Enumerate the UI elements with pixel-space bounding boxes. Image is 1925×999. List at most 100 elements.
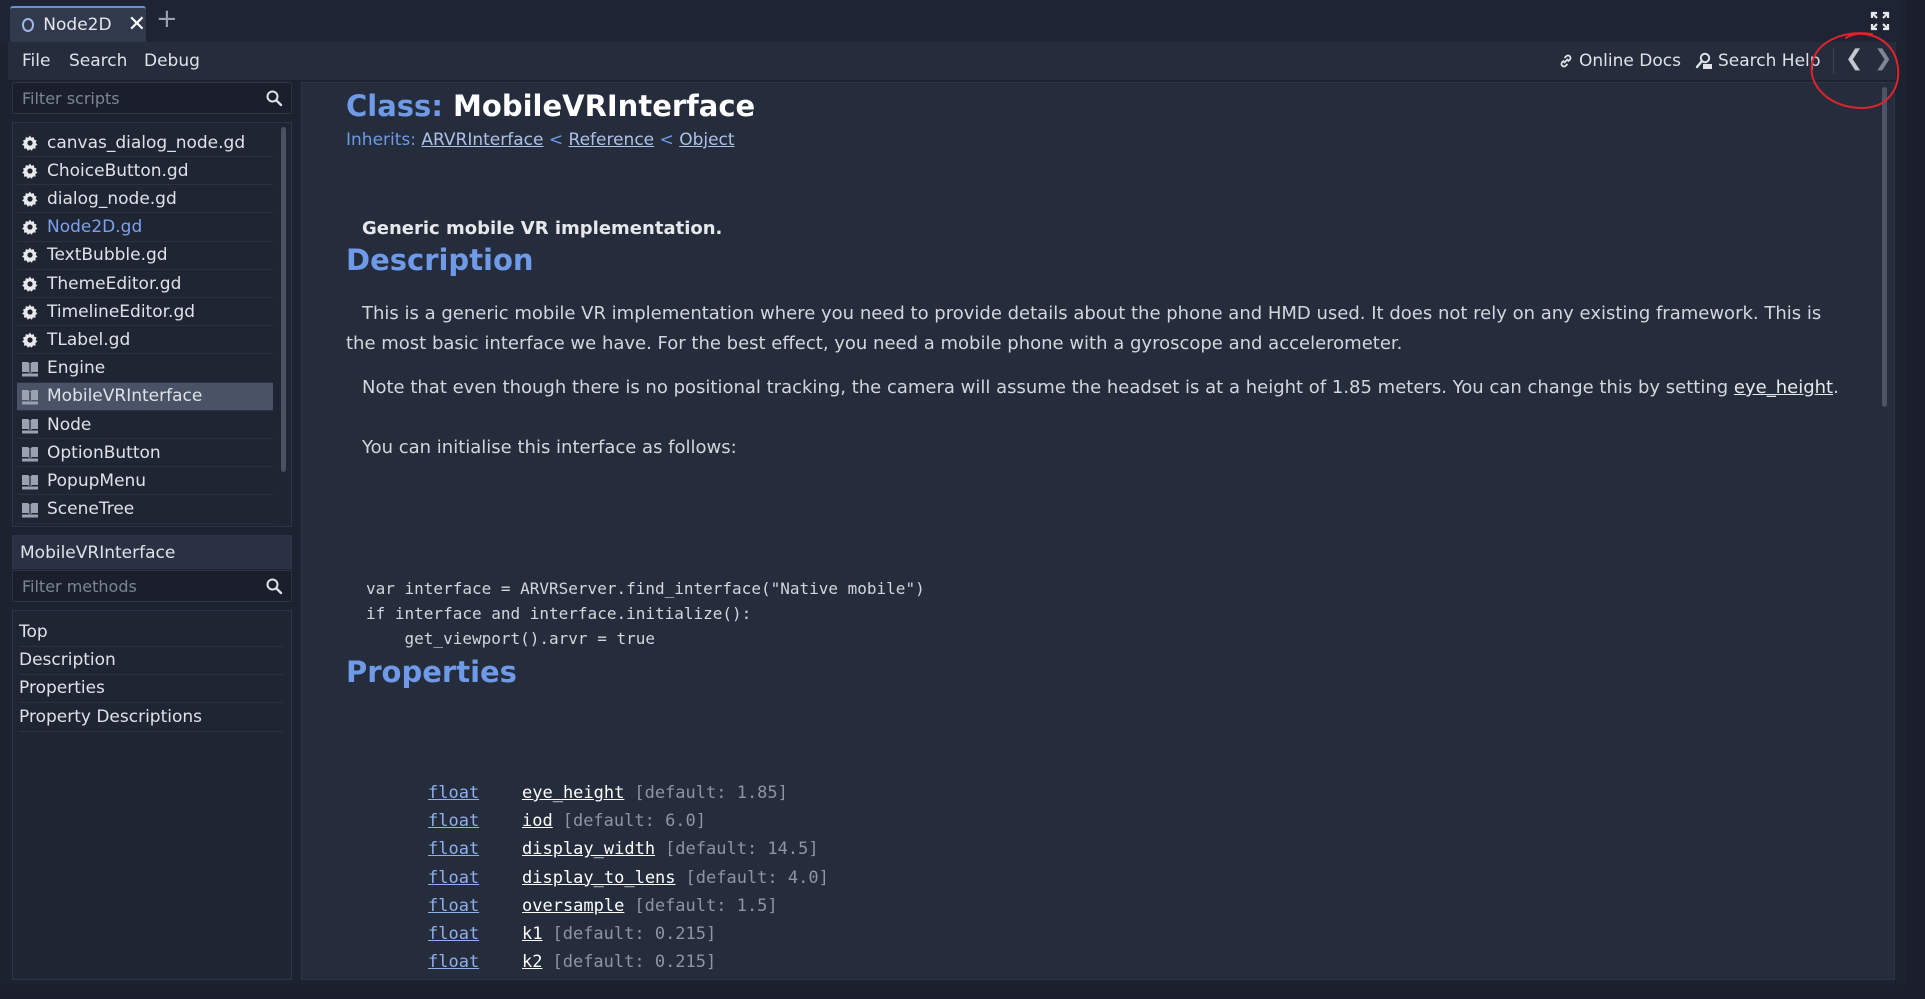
property-default: [default: 4.0] <box>685 867 829 888</box>
script-list-item-label: dialog_node.gd <box>47 188 177 209</box>
property-type-link[interactable]: float <box>428 896 522 922</box>
gear-icon <box>22 304 38 320</box>
methods-list[interactable]: Top Description Properties Property Descrip… <box>12 610 292 980</box>
property-name-link[interactable]: display_to_lens <box>522 868 676 894</box>
scripts-list[interactable]: canvas_dialog_node.gd ChoiceButton.gd dial… <box>12 122 292 527</box>
scene-tab-node2d[interactable]: Node2D ✕ <box>10 6 146 42</box>
filter-methods-input[interactable] <box>13 571 253 601</box>
method-list-item[interactable]: Properties <box>19 675 284 704</box>
doc-icon <box>22 474 38 490</box>
class-name: MobileVRInterface <box>453 89 756 123</box>
property-type-link[interactable]: float <box>428 952 522 978</box>
inherits-link-reference[interactable]: Reference <box>569 130 655 150</box>
gear-icon <box>22 247 38 264</box>
script-list-item[interactable]: dialog_node.gd <box>17 185 273 214</box>
script-list-item-label: TextBubble.gd <box>47 245 168 266</box>
script-list-item-label: ThemeEditor.gd <box>47 273 182 294</box>
current-class-title: MobileVRInterface <box>12 535 292 569</box>
property-type-link[interactable]: float <box>428 811 522 837</box>
documentation-view: Class: MobileVRInterface Inherits: ARVRI… <box>301 82 1895 980</box>
property-name-link[interactable]: oversample <box>522 896 624 922</box>
property-row: float eye_height [default: 1.85] <box>428 783 788 809</box>
method-list-item[interactable]: Description <box>19 647 284 676</box>
script-list-item-label: SceneTree <box>47 499 135 520</box>
search-help-label: Search Help <box>1718 51 1821 71</box>
script-list-item-label: MobileVRInterface <box>47 386 203 407</box>
property-default: [default: 14.5] <box>665 839 819 860</box>
filter-scripts-input[interactable] <box>13 83 253 113</box>
doc-icon <box>22 418 38 433</box>
code-example: var interface = ARVRServer.find_interfac… <box>366 579 925 648</box>
script-list-item[interactable]: canvas_dialog_node.gd <box>17 129 273 157</box>
property-row: float k1 [default: 0.215] <box>428 924 716 950</box>
scene-tab-bar: Node2D ✕ + <box>0 0 1900 42</box>
node2d-icon <box>22 18 35 32</box>
property-type-link[interactable]: float <box>428 924 522 950</box>
menu-file[interactable]: File <box>22 51 50 71</box>
description-paragraph-1: This is a generic mobile VR implementati… <box>346 303 1822 354</box>
brief-description: Generic mobile VR implementation. <box>362 218 723 239</box>
script-list-item[interactable]: ThemeEditor.gd <box>17 270 273 298</box>
script-list-item[interactable]: Node2D.gd <box>17 214 273 242</box>
script-list-item[interactable]: Node <box>17 411 273 439</box>
right-dock-edge <box>1905 0 1925 999</box>
property-type-link[interactable]: float <box>428 868 522 894</box>
menu-search[interactable]: Search <box>69 51 127 71</box>
script-list-item[interactable]: SceneTree <box>17 496 273 524</box>
script-list-item[interactable]: ChoiceButton.gd <box>17 157 273 186</box>
description-heading: Description <box>346 243 534 277</box>
property-default: [default: 0.215] <box>552 952 717 973</box>
fullscreen-icon[interactable] <box>1870 11 1890 31</box>
script-list-item[interactable]: TextBubble.gd <box>17 242 273 270</box>
gear-icon <box>22 276 38 292</box>
description-paragraph-2: Note that even though there is no positi… <box>362 377 1839 398</box>
script-list-item-label: TimelineEditor.gd <box>47 301 196 322</box>
description-paragraph-3: You can initialise this interface as fol… <box>362 437 737 458</box>
scripts-scrollbar[interactable] <box>281 127 286 472</box>
online-docs-label: Online Docs <box>1579 51 1681 71</box>
gear-icon <box>22 332 38 348</box>
property-type-link[interactable]: float <box>428 839 522 865</box>
property-name-link[interactable]: k2 <box>522 952 542 978</box>
gear-icon <box>22 135 38 151</box>
property-name-link[interactable]: eye_height <box>522 783 624 809</box>
menu-debug[interactable]: Debug <box>144 51 200 71</box>
doc-scrollbar[interactable] <box>1882 87 1887 407</box>
bottom-strip <box>0 985 1905 999</box>
script-list-item[interactable]: OptionButton <box>17 439 273 468</box>
property-name-link[interactable]: iod <box>522 811 553 837</box>
method-list-item[interactable]: Property Descriptions <box>19 704 284 732</box>
script-list-item[interactable]: TimelineEditor.gd <box>17 298 273 327</box>
search-icon[interactable] <box>265 577 283 595</box>
script-list-item-label: OptionButton <box>47 442 161 463</box>
add-tab-icon[interactable]: + <box>156 6 178 32</box>
method-list-item[interactable]: Top <box>19 619 284 647</box>
property-name-link[interactable]: display_width <box>522 839 655 865</box>
property-row: float display_to_lens [default: 4.0] <box>428 868 829 894</box>
properties-heading: Properties <box>346 655 517 689</box>
forward-arrow-icon[interactable]: ❯ <box>1874 48 1892 70</box>
script-list-item[interactable]: TLabel.gd <box>17 326 273 355</box>
inherits-link-arvrinterface[interactable]: ARVRInterface <box>421 130 543 150</box>
doc-icon <box>22 362 38 377</box>
script-list-item[interactable]: MobileVRInterface <box>17 382 273 411</box>
script-list-item[interactable]: PopupMenu <box>17 467 273 496</box>
back-arrow-icon[interactable]: ❮ <box>1845 48 1863 70</box>
search-help-button[interactable]: Search Help <box>1695 51 1821 71</box>
script-list-item[interactable]: Engine <box>17 355 273 383</box>
close-icon[interactable]: ✕ <box>128 14 146 36</box>
script-list-item-label: canvas_dialog_node.gd <box>47 132 246 153</box>
scene-tab-label: Node2D <box>43 15 112 35</box>
property-type-link[interactable]: float <box>428 783 522 809</box>
property-row: float display_width [default: 14.5] <box>428 839 819 865</box>
property-name-link[interactable]: k1 <box>522 924 542 950</box>
eye-height-link[interactable]: eye_height <box>1734 377 1833 398</box>
inherits-link-object[interactable]: Object <box>679 130 734 150</box>
search-icon[interactable] <box>265 89 283 107</box>
doc-icon <box>22 446 38 462</box>
online-docs-button[interactable]: Online Docs <box>1558 51 1681 71</box>
script-list-item-label: Node2D.gd <box>47 217 143 238</box>
property-default: [default: 6.0] <box>562 811 707 832</box>
property-row: float iod [default: 6.0] <box>428 811 706 837</box>
script-list-item-label: PopupMenu <box>47 470 147 491</box>
